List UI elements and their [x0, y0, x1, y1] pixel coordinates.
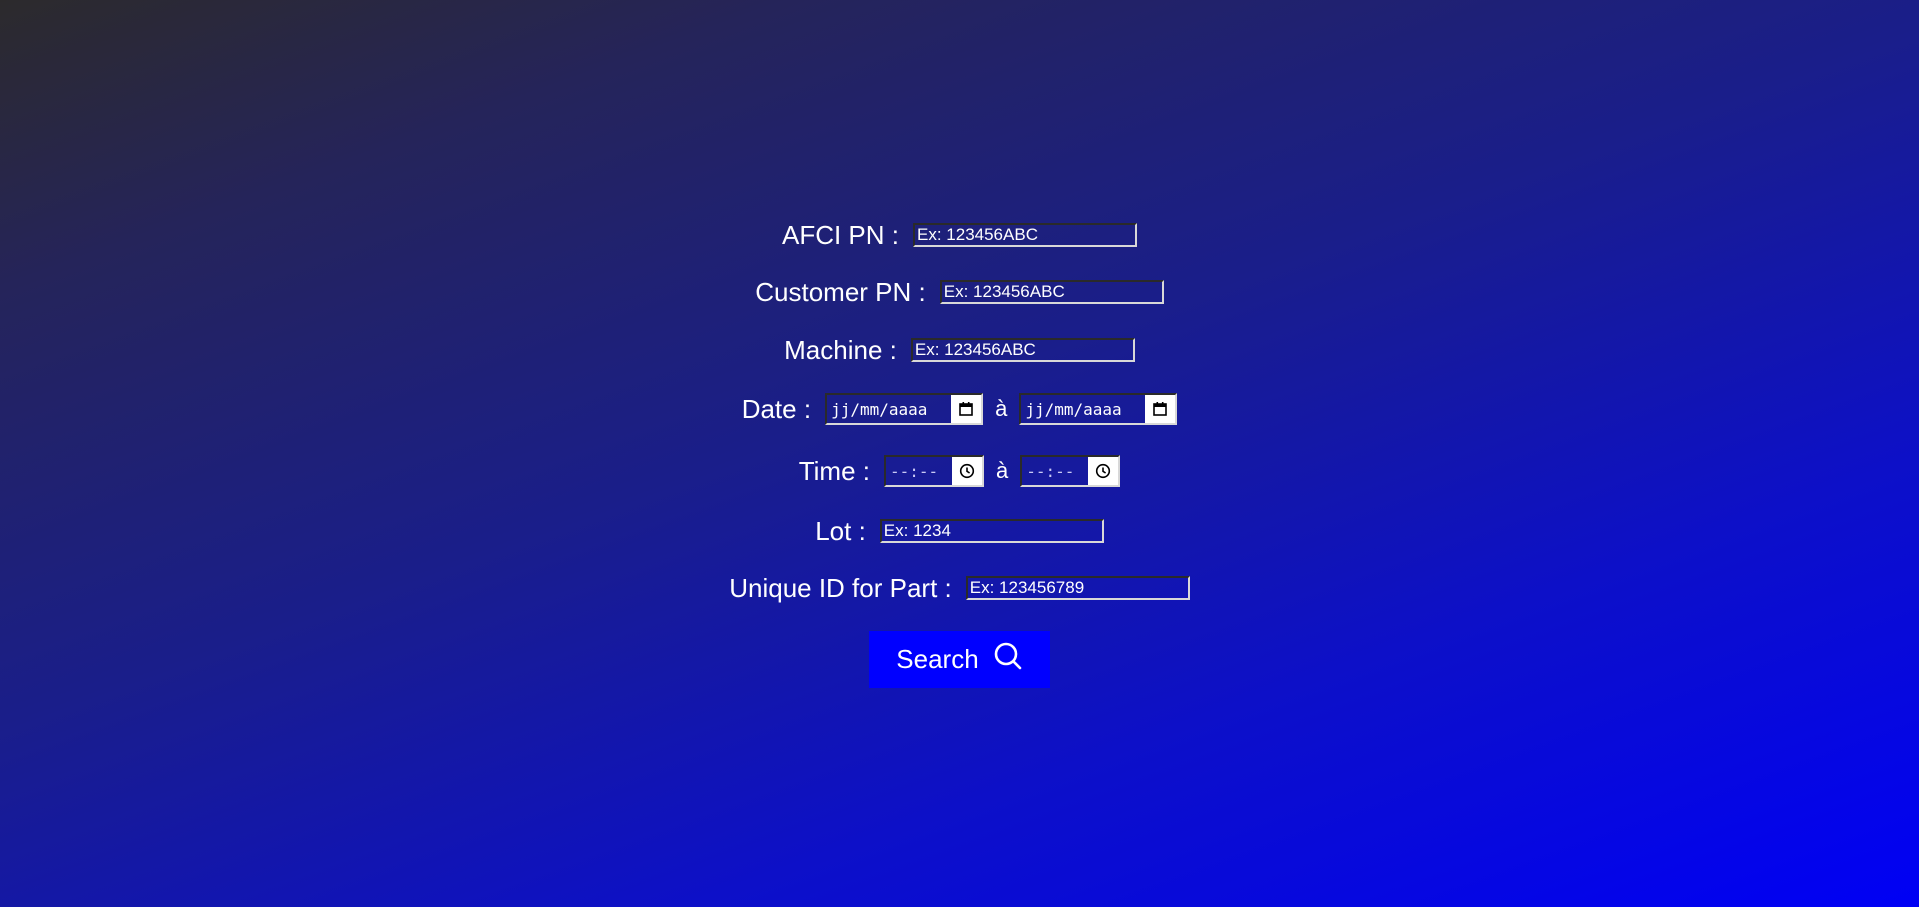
afci-pn-input[interactable]	[913, 223, 1137, 247]
machine-label: Machine :	[784, 334, 897, 365]
date-from-input[interactable]: jj/mm/aaaa	[825, 393, 984, 425]
time-label: Time :	[798, 455, 870, 486]
lot-input[interactable]	[879, 519, 1104, 543]
date-row: Date : jj/mm/aaaa à jj/mm/aaaa	[0, 392, 1919, 426]
search-button[interactable]: Search	[869, 631, 1050, 688]
calendar-icon[interactable]	[1145, 395, 1176, 423]
customer-pn-row: Customer PN :	[0, 275, 1919, 309]
date-range-separator: à	[995, 396, 1008, 421]
unique-id-row: Unique ID for Part :	[0, 571, 1919, 605]
date-from-placeholder: jj/mm/aaaa	[831, 399, 928, 419]
time-to-placeholder: --:--	[1026, 461, 1075, 481]
customer-pn-label: Customer PN :	[755, 276, 926, 307]
customer-pn-input[interactable]	[939, 280, 1164, 304]
calendar-icon[interactable]	[951, 395, 982, 423]
date-to-input[interactable]: jj/mm/aaaa	[1019, 393, 1178, 425]
clock-icon[interactable]	[952, 457, 982, 485]
lot-label: Lot :	[815, 515, 866, 546]
time-to-input[interactable]: --:--	[1020, 455, 1121, 487]
unique-id-label: Unique ID for Part :	[729, 572, 952, 603]
time-from-placeholder: --:--	[890, 461, 939, 481]
afci-pn-label: AFCI PN :	[781, 219, 899, 250]
unique-id-input[interactable]	[965, 576, 1190, 600]
time-row: Time : --:-- à --:--	[0, 454, 1919, 488]
lot-row: Lot :	[0, 514, 1919, 548]
machine-row: Machine :	[0, 333, 1919, 367]
time-from-input[interactable]: --:--	[884, 455, 984, 487]
date-label: Date :	[741, 393, 812, 424]
search-button-label: Search	[896, 644, 979, 674]
machine-input[interactable]	[910, 338, 1135, 362]
date-to-placeholder: jj/mm/aaaa	[1025, 399, 1122, 419]
clock-icon[interactable]	[1088, 457, 1119, 485]
afci-pn-row: AFCI PN :	[0, 218, 1919, 252]
time-range-separator: à	[996, 458, 1009, 483]
search-icon	[993, 641, 1023, 678]
